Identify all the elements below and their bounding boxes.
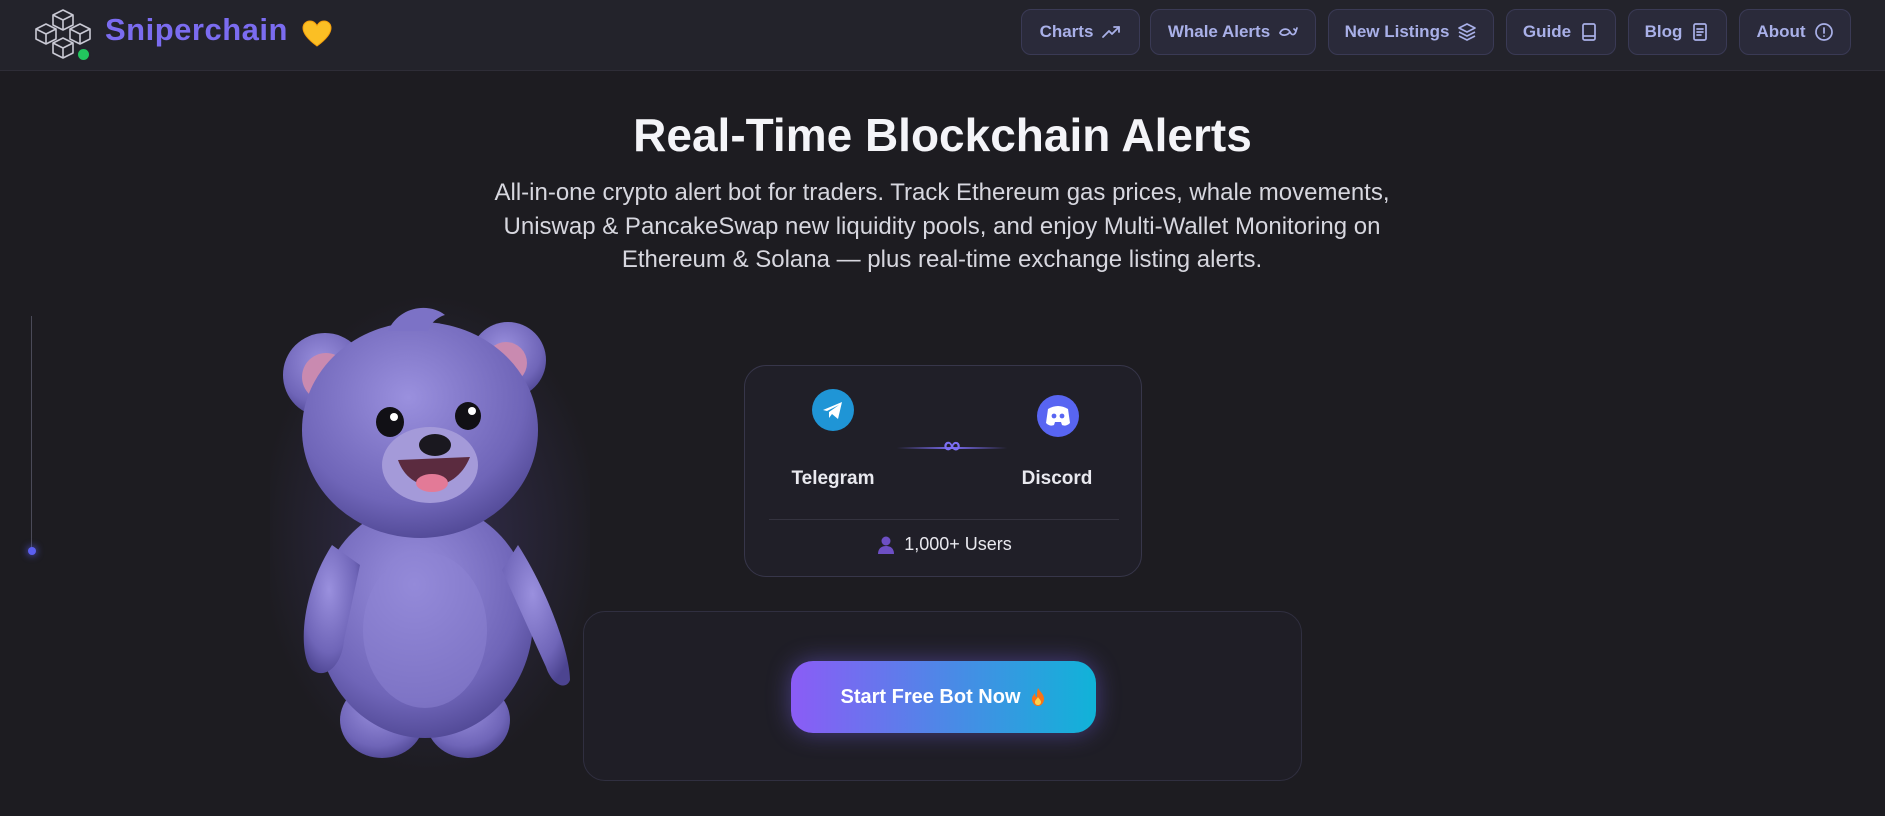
card-divider bbox=[769, 519, 1119, 520]
telegram-label: Telegram bbox=[791, 468, 875, 489]
nav-label: Blog bbox=[1644, 22, 1683, 41]
bear-mascot-image bbox=[270, 295, 590, 770]
discord-label: Discord bbox=[1021, 468, 1093, 489]
user-icon bbox=[878, 536, 895, 554]
trending-up-icon bbox=[1102, 26, 1121, 38]
layers-icon bbox=[1458, 23, 1477, 41]
scroll-progress-dot bbox=[28, 547, 36, 555]
yellow-heart-icon bbox=[302, 20, 332, 48]
nav-blog-button[interactable]: Blog bbox=[1628, 9, 1727, 55]
hero-description: All-in-one crypto alert bot for traders.… bbox=[494, 179, 1390, 273]
info-circle-icon bbox=[1814, 23, 1833, 41]
book-icon bbox=[1582, 23, 1596, 41]
scroll-progress-track bbox=[31, 316, 32, 551]
nav-label: New Listings bbox=[1344, 22, 1450, 41]
nav-new-listings-button[interactable]: New Listings bbox=[1328, 9, 1494, 55]
integrations-card: Telegram ∞ Discord 1,000+ Users bbox=[744, 365, 1142, 577]
nav-label: Whale Alerts bbox=[1167, 22, 1271, 41]
fire-icon bbox=[1031, 688, 1044, 706]
nav-guide-button[interactable]: Guide bbox=[1506, 9, 1616, 55]
nav-label: Guide bbox=[1522, 22, 1572, 41]
page-title: Real-Time Blockchain Alerts bbox=[633, 109, 1252, 161]
online-status-dot bbox=[76, 47, 91, 62]
nav-whale-alerts-button[interactable]: Whale Alerts bbox=[1150, 9, 1316, 55]
whale-icon bbox=[1279, 27, 1299, 36]
top-navigation-bar: Sniperchain Charts Whale Alerts New List… bbox=[0, 0, 1885, 71]
document-icon bbox=[1693, 23, 1708, 41]
start-free-bot-button[interactable]: Start Free Bot Now bbox=[791, 661, 1096, 733]
discord-icon[interactable] bbox=[1037, 395, 1079, 437]
nav-charts-button[interactable]: Charts bbox=[1021, 9, 1140, 55]
telegram-icon[interactable] bbox=[812, 389, 854, 431]
brand-name[interactable]: Sniperchain bbox=[105, 12, 288, 48]
user-count: 1,000+ Users bbox=[745, 534, 1143, 555]
nav-label: About bbox=[1756, 22, 1806, 41]
user-count-label: 1,000+ Users bbox=[904, 534, 1012, 554]
cta-label: Start Free Bot Now bbox=[840, 685, 1021, 708]
nav-label: Charts bbox=[1039, 22, 1094, 41]
cta-card: Start Free Bot Now bbox=[583, 611, 1302, 781]
infinity-symbol: ∞ bbox=[943, 432, 961, 459]
nav-about-button[interactable]: About bbox=[1739, 9, 1851, 55]
